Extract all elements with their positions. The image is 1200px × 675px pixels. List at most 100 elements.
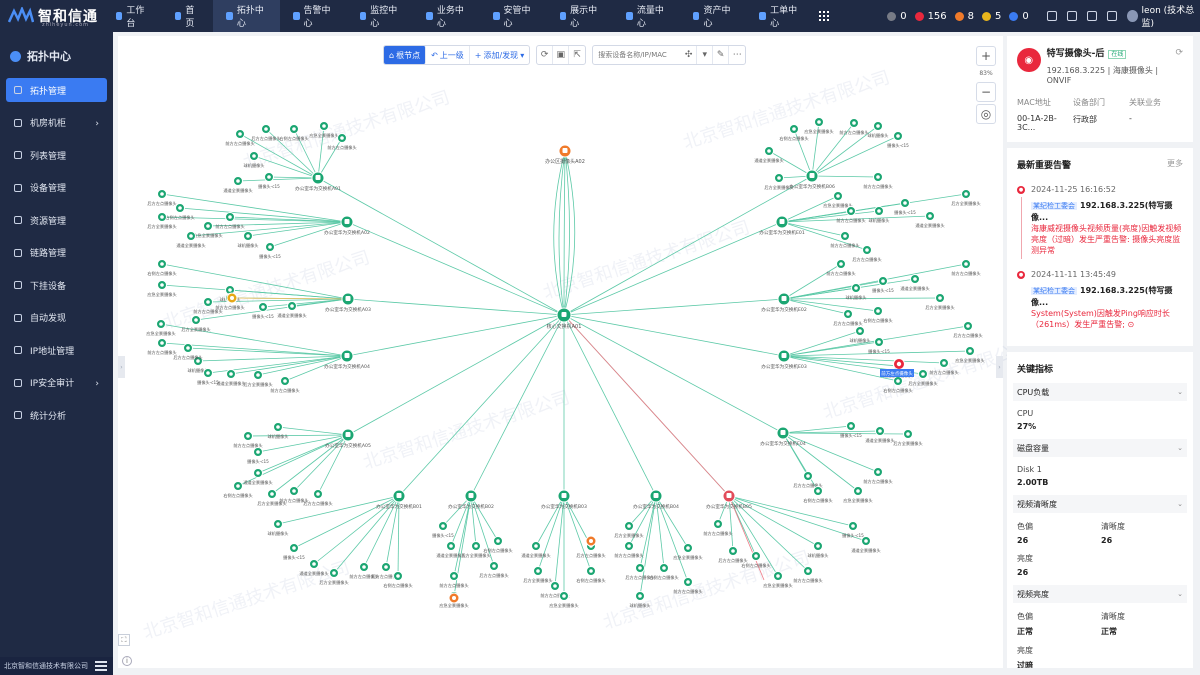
logo[interactable]: 智和信通 zhiheyun.com	[0, 0, 103, 32]
sidebar-item-ip-manage[interactable]: IP地址管理	[6, 338, 107, 362]
camera-node-glyph	[906, 432, 910, 436]
camera-label: 后方全景摄像头	[147, 223, 176, 230]
locate-icon[interactable]: ◎	[976, 104, 996, 124]
metric-header[interactable]: 磁盘容量 ⌄	[1013, 439, 1187, 457]
nav-item-display[interactable]: 展示中心	[547, 0, 614, 32]
nav-item-traffic[interactable]: 流量中心	[613, 0, 680, 32]
camera-label: 前方左点摄像头	[327, 144, 356, 151]
leaf-link	[782, 432, 879, 473]
sidebar-item-resource[interactable]: 资源管理	[6, 208, 107, 232]
device-icon	[14, 183, 22, 192]
sidebar-item-attached[interactable]: 下挂设备	[6, 273, 107, 297]
search-input[interactable]	[593, 46, 682, 64]
up-level-button[interactable]: ↶ 上一级	[426, 46, 470, 64]
refresh-icon[interactable]: ⟳	[1175, 48, 1183, 58]
camera-label: 应急全景摄像头	[843, 497, 872, 504]
save-icon[interactable]: ▣	[553, 46, 570, 64]
nav-item-business[interactable]: 业务中心	[413, 0, 480, 32]
leaf-link	[277, 426, 349, 436]
camera-node-glyph	[536, 569, 540, 573]
alarm-count: 8	[967, 10, 975, 22]
switch-label: 办公室华为交换机B04	[633, 503, 679, 510]
camera-label: 前方左点摄像头	[147, 349, 176, 356]
camera-node-glyph	[864, 539, 868, 543]
nav-item-topology[interactable]: 拓扑中心	[213, 0, 280, 32]
chart-icon	[14, 411, 22, 419]
camera-label: 前方左点摄像头	[951, 270, 980, 277]
layout-icon[interactable]: ✣	[681, 46, 698, 64]
mute-icon[interactable]	[1066, 11, 1077, 21]
camera-node-glyph	[896, 134, 900, 138]
menu-icon[interactable]	[95, 661, 107, 671]
camera-node-glyph	[270, 492, 274, 496]
nav-item-asset[interactable]: 资产中心	[680, 0, 747, 32]
root-node-button[interactable]: ⌂ 根节点	[384, 46, 427, 64]
zoom-out-button[interactable]: −	[976, 82, 996, 102]
export-icon[interactable]: ⇱	[569, 46, 585, 64]
trunk-link	[470, 314, 565, 497]
sidebar-item-link[interactable]: 链路管理	[6, 241, 107, 265]
topology-icon	[14, 86, 22, 94]
alarm-item[interactable]: ● 2024-11-25 16:16:52 某纪检工委会 192.168.3.22…	[1017, 185, 1183, 259]
chevron-down-icon[interactable]: ▾	[697, 46, 714, 64]
alarm-link	[563, 314, 730, 497]
add-discover-button[interactable]: + 添加/发现 ▾	[470, 46, 529, 64]
switch-node-glyph	[396, 493, 402, 498]
nav-item-alarm[interactable]: 告警中心	[280, 0, 347, 32]
more-link[interactable]: 更多	[1167, 158, 1183, 171]
camera-node-glyph	[876, 175, 880, 179]
topology-canvas[interactable]: 北京智和信通技术有限公司 北京智和信通技术有限公司 北京智和信通技术有限公司 北…	[118, 36, 1032, 668]
sidebar-item-discovery[interactable]: 自动发现	[6, 306, 107, 330]
shirt-icon[interactable]	[1046, 11, 1057, 21]
zoom-in-button[interactable]: +	[976, 46, 996, 66]
business-icon	[426, 12, 433, 20]
sidebar-item-list[interactable]: 列表管理	[6, 143, 107, 167]
right-panel-toggle[interactable]: ›	[996, 356, 1003, 378]
nav-item-workbench[interactable]: 工作台	[103, 0, 162, 32]
more-icon[interactable]: ⋯	[729, 46, 745, 64]
sidebar-item-room-rack[interactable]: 机房机柜 ›	[6, 111, 107, 135]
nav-item-security[interactable]: 安管中心	[480, 0, 547, 32]
nav-item-monitor[interactable]: 监控中心	[347, 0, 414, 32]
edit-icon[interactable]: ✎	[713, 46, 730, 64]
bell-icon[interactable]	[1106, 11, 1117, 21]
metric-header[interactable]: 视频清晰度 ⌄	[1013, 495, 1187, 513]
camera-node-glyph	[754, 554, 758, 558]
user-menu[interactable]: leon (技术总监)	[1126, 3, 1200, 29]
camera-label: 后方全景摄像头	[951, 200, 980, 207]
camera-node-glyph	[843, 234, 847, 238]
switch-node-glyph	[780, 430, 786, 435]
trunk-link	[346, 314, 565, 357]
sidebar-item-device[interactable]: 设备管理	[6, 176, 107, 200]
camera-label: 摄像头-c15	[258, 183, 280, 190]
layout-icon[interactable]	[1086, 11, 1097, 21]
info-icon[interactable]: i	[122, 656, 132, 666]
apps-grid-icon[interactable]	[819, 11, 830, 21]
chevron-right-icon: ›	[95, 378, 99, 389]
nav-item-ticket[interactable]: 工单中心	[746, 0, 813, 32]
topology-graph[interactable]: 前方左点摄像头后方左点摄像头右侧左点摄像头应急全景摄像头前方左点摄像头球机摄像头…	[118, 36, 1003, 668]
camera-icon: ◉	[1017, 48, 1041, 72]
nav-item-home[interactable]: 首页	[162, 0, 213, 32]
sidebar-item-topology-manage[interactable]: 拓扑管理	[6, 78, 107, 102]
alarm-counters[interactable]: 0 156 8 5 0	[887, 11, 1033, 22]
camera-label: 摄像头-c15	[868, 348, 890, 355]
camera-node-glyph	[731, 549, 735, 553]
camera-label: 通道全景摄像头	[754, 157, 783, 164]
fullscreen-icon[interactable]: ⛶	[118, 634, 130, 646]
leaf-link	[161, 263, 349, 300]
camera-node-glyph	[846, 312, 850, 316]
camera-node-glyph	[865, 248, 869, 252]
sidebar-item-stats[interactable]: 统计分析	[6, 403, 107, 427]
plus-icon: +	[474, 50, 482, 60]
refresh-icon[interactable]: ⟳	[537, 46, 554, 64]
metric-header[interactable]: 视频亮度 ⌄	[1013, 585, 1187, 603]
metrics-section-title: 关键指标	[1017, 365, 1054, 375]
camera-node-glyph	[396, 574, 400, 578]
camera-label: 前方左点摄像头	[673, 588, 702, 595]
metric-header[interactable]: CPU负载 ⌄	[1013, 383, 1187, 401]
alarm-item[interactable]: ● 2024-11-11 13:45:49 某纪检工委会 192.168.3.22…	[1017, 270, 1183, 330]
camera-label: 通道全景摄像头	[216, 380, 245, 387]
left-panel-toggle[interactable]: ›	[118, 356, 125, 378]
sidebar-item-ip-audit[interactable]: IP安全审计 ›	[6, 371, 107, 395]
